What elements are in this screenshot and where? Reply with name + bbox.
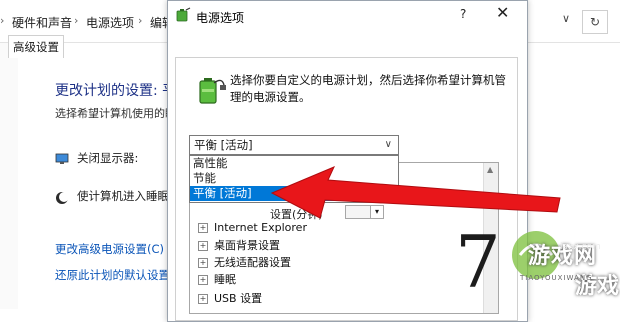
power-plan-select-value: 平衡 [活动] (194, 138, 253, 152)
tree-item-label: Internet Explorer (214, 221, 307, 234)
dialog-titlebar[interactable]: 电源选项 ? ✕ (168, 1, 527, 31)
breadcrumb-separator: › (138, 14, 143, 27)
chevron-down-icon[interactable]: ∨ (556, 12, 576, 30)
tree-item-sleep[interactable]: + 睡眠 (198, 271, 236, 287)
scroll-up-icon[interactable]: ▲ (487, 165, 493, 174)
plan-option-balanced[interactable]: 平衡 [活动] (190, 186, 398, 201)
change-advanced-settings-link[interactable]: 更改高级电源设置(C) (55, 241, 164, 257)
monitor-icon (55, 153, 69, 165)
power-plan-dropdown-list: 高性能 节能 平衡 [活动] (189, 155, 399, 203)
tree-item-label: USB 设置 (214, 292, 263, 305)
close-button[interactable]: ✕ (496, 3, 509, 22)
sleep-row: 使计算机进入睡眠状 (55, 188, 181, 204)
power-options-icon (175, 7, 191, 23)
watermark-pinyin: TIAOYOUXIWANG (520, 274, 593, 282)
tree-item-usb-settings[interactable]: + USB 设置 (198, 290, 262, 306)
breadcrumb-separator: › (74, 14, 79, 27)
tab-advanced-settings[interactable]: 高级设置 (8, 35, 64, 58)
plan-option-high-performance[interactable]: 高性能 (190, 156, 398, 171)
tree-item-label: 睡眠 (214, 273, 236, 286)
display-off-row: 关闭显示器: (55, 150, 138, 166)
breadcrumb-power-options[interactable]: 电源选项 (86, 14, 134, 31)
expand-icon[interactable]: + (198, 258, 208, 268)
plan-option-power-saver[interactable]: 节能 (190, 171, 398, 186)
dialog-description: 选择你要自定义的电源计划，然后选择你希望计算机管理的电源设置。 (230, 73, 506, 104)
page-description: 选择希望计算机使用的睡 (55, 107, 176, 120)
chevron-down-icon[interactable]: ▾ (370, 205, 384, 219)
page-title: 更改计划的设置: 平 (55, 83, 177, 99)
watermark-domain: iaxx.com (560, 242, 601, 252)
tree-sub-setting-label: 设置(分钟) (270, 208, 323, 221)
watermark-digit: 7 (455, 220, 501, 304)
tree-item-desktop-background[interactable]: + 桌面背景设置 (198, 237, 280, 253)
tree-item-wireless-adapter[interactable]: + 无线适配器设置 (198, 254, 291, 270)
battery-plug-icon (194, 73, 228, 109)
help-button[interactable]: ? (460, 7, 466, 21)
expand-icon[interactable]: + (198, 223, 208, 233)
power-plan-select[interactable]: 平衡 [活动] ∨ (189, 135, 399, 155)
expand-icon[interactable]: + (198, 241, 208, 251)
breadcrumb-hardware-sound[interactable]: 硬件和声音 (12, 14, 72, 31)
tree-item-label: 无线适配器设置 (214, 256, 291, 269)
moon-icon (55, 191, 69, 204)
sidebar-edge (0, 43, 18, 309)
expand-icon[interactable]: + (198, 294, 208, 304)
tree-item-label: 桌面背景设置 (214, 239, 280, 252)
sleep-label: 使计算机进入睡眠状 (77, 189, 181, 203)
watermark-text-secondary: 游戏 (575, 274, 620, 299)
minutes-field[interactable] (345, 205, 371, 219)
expand-icon[interactable]: + (198, 275, 208, 285)
dialog-title: 电源选项 (196, 11, 245, 25)
display-off-label: 关闭显示器: (77, 151, 139, 165)
refresh-icon[interactable]: ↻ (582, 10, 608, 34)
tree-item-internet-explorer[interactable]: + Internet Explorer (198, 221, 307, 234)
chevron-down-icon[interactable]: ∨ (385, 136, 392, 154)
breadcrumb-separator: › (0, 14, 5, 27)
